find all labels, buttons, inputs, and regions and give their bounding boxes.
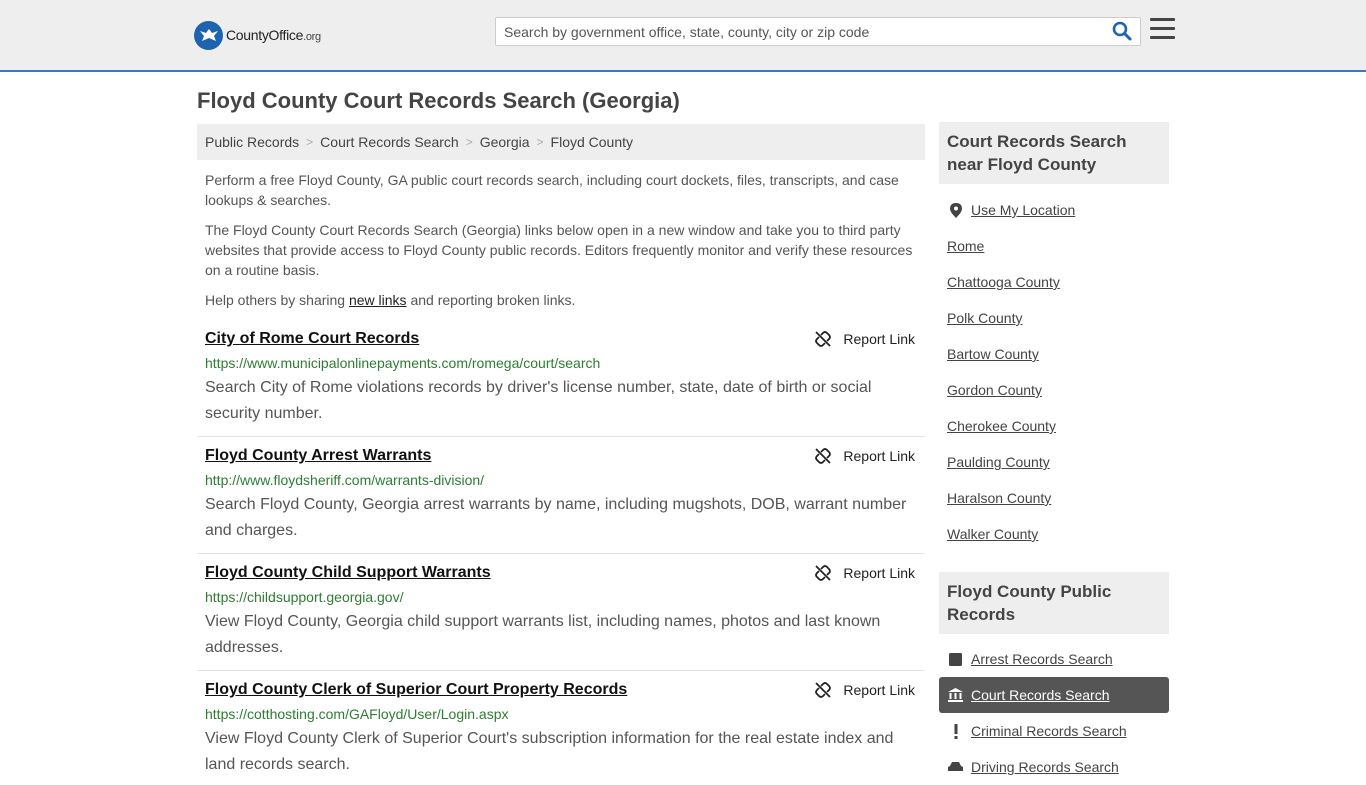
breadcrumb-georgia[interactable]: Georgia [480, 134, 530, 150]
result-url: http://www.floydsheriff.com/warrants-div… [205, 472, 485, 488]
nearby-link-gordon-county[interactable]: Gordon County [947, 382, 1042, 398]
report-link-button[interactable]: Report Link [815, 448, 915, 464]
result-item: Floyd County Child Support Warrants Repo… [197, 564, 925, 671]
new-links-link[interactable]: new links [349, 292, 407, 308]
result-url: https://childsupport.georgia.gov/ [205, 589, 404, 605]
chevron-right-icon: > [306, 135, 314, 149]
sidebar-item-driving-records: Driving Records Search [939, 749, 1169, 785]
search-input[interactable] [496, 18, 1106, 45]
square-icon [948, 652, 963, 667]
breadcrumb-public-records[interactable]: Public Records [205, 134, 299, 150]
nearby-link-paulding-county[interactable]: Paulding County [947, 454, 1050, 470]
chevron-right-icon: > [465, 135, 473, 149]
car-icon [948, 760, 963, 775]
nearby-link-chattooga-county[interactable]: Chattooga County [947, 274, 1060, 290]
arrest-records-search-link[interactable]: Arrest Records Search [971, 651, 1113, 667]
result-title-link[interactable]: Floyd County Child Support Warrants [205, 564, 491, 582]
search-icon[interactable] [1112, 21, 1134, 43]
report-link-button[interactable]: Report Link [815, 565, 915, 581]
sidebar-item-court-records: Court Records Search [939, 677, 1169, 713]
nearby-section-title: Court Records Search near Floyd County [939, 122, 1169, 184]
share-paragraph: Help others by sharing new links and rep… [205, 292, 576, 308]
driving-records-search-link[interactable]: Driving Records Search [971, 759, 1119, 775]
breadcrumb-court-records-search[interactable]: Court Records Search [320, 134, 459, 150]
chevron-right-icon: > [536, 135, 544, 149]
result-item: Floyd County Clerk of Superior Court Pro… [197, 681, 925, 773]
result-item: City of Rome Court Records Report Link h… [197, 330, 925, 437]
nearby-link-rome[interactable]: Rome [947, 238, 984, 254]
logo-text: CountyOffice.org [226, 27, 321, 43]
sidebar-item-criminal-records: Criminal Records Search [939, 713, 1169, 749]
broken-link-icon [815, 565, 832, 581]
result-description: Search Floyd County, Georgia arrest warr… [205, 496, 907, 539]
nearby-link-walker-county[interactable]: Walker County [947, 526, 1038, 542]
sidebar-item-arrest-records: Arrest Records Search [939, 641, 1169, 677]
hamburger-menu-icon[interactable] [1150, 18, 1175, 42]
public-records-section-title: Floyd County Public Records [939, 572, 1169, 634]
report-link-button[interactable]: Report Link [815, 682, 915, 698]
exclamation-icon [948, 723, 963, 739]
result-title-link[interactable]: Floyd County Clerk of Superior Court Pro… [205, 681, 627, 699]
result-url: https://www.municipalonlinepayments.com/… [205, 355, 601, 371]
site-logo[interactable]: CountyOffice.org [194, 20, 321, 50]
broken-link-icon [815, 682, 832, 698]
result-url: https://cotthosting.com/GAFloyd/User/Log… [205, 706, 509, 722]
result-description: Search City of Rome violations records b… [205, 379, 872, 422]
site-header: CountyOffice.org [0, 0, 1366, 72]
result-description: View Floyd County, Georgia child support… [205, 613, 881, 656]
intro-paragraph: Perform a free Floyd County, GA public c… [205, 172, 899, 208]
report-link-button[interactable]: Report Link [815, 331, 915, 347]
breadcrumb-floyd-county[interactable]: Floyd County [551, 134, 633, 150]
court-records-search-link[interactable]: Court Records Search [971, 687, 1110, 703]
search-bar [495, 17, 1141, 46]
disclaimer-paragraph: The Floyd County Court Records Search (G… [205, 222, 913, 278]
use-location-item: Use My Location [939, 192, 1169, 228]
result-title-link[interactable]: City of Rome Court Records [205, 330, 419, 348]
result-item: Floyd County Arrest Warrants Report Link… [197, 447, 925, 554]
nearby-link-polk-county[interactable]: Polk County [947, 310, 1022, 326]
nearby-link-cherokee-county[interactable]: Cherokee County [947, 418, 1056, 434]
use-my-location-link[interactable]: Use My Location [971, 202, 1075, 218]
nearby-link-bartow-county[interactable]: Bartow County [947, 346, 1039, 362]
page-title: Floyd County Court Records Search (Georg… [197, 88, 680, 113]
nearby-link-haralson-county[interactable]: Haralson County [947, 490, 1051, 506]
map-pin-icon [948, 202, 963, 218]
courthouse-icon [948, 688, 963, 703]
broken-link-icon [815, 448, 832, 464]
broken-link-icon [815, 331, 832, 347]
criminal-records-search-link[interactable]: Criminal Records Search [971, 723, 1127, 739]
breadcrumb: Public Records > Court Records Search > Ge… [197, 124, 925, 160]
logo-emblem-icon [194, 20, 223, 50]
result-description: View Floyd County Clerk of Superior Cour… [205, 730, 894, 773]
result-title-link[interactable]: Floyd County Arrest Warrants [205, 447, 431, 465]
